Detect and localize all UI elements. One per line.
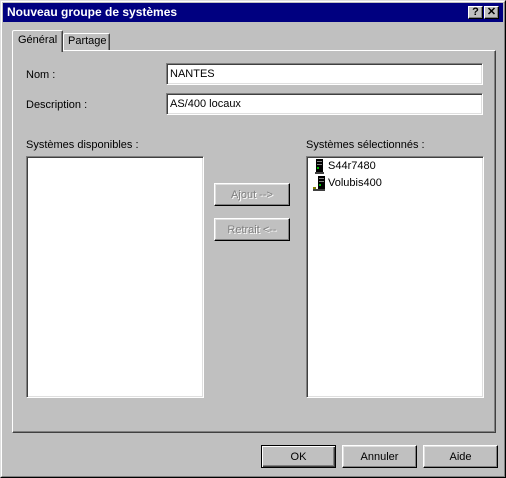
close-icon[interactable]: ✕ [484,6,499,19]
cancel-button[interactable]: Annuler [342,445,417,468]
selected-systems-label: Systèmes sélectionnés : [306,139,425,151]
help-icon[interactable]: ? [468,6,483,19]
ok-button[interactable]: OK [261,445,336,468]
title-bar[interactable]: Nouveau groupe de systèmes ? ✕ [3,3,503,22]
list-item[interactable]: S44r7480 [310,159,460,175]
help-button[interactable]: Aide [423,445,498,468]
as400-system-icon [313,176,325,191]
selected-systems-list[interactable]: S44r7480 Volubis400 [306,156,484,398]
description-field[interactable] [166,93,483,115]
available-systems-label: Systèmes disponibles : [26,139,139,151]
tab-partage[interactable]: Partage [63,33,110,51]
add-button[interactable]: Ajout --> [214,183,290,206]
remove-button[interactable]: Retrait <-- [214,218,290,241]
window-title: Nouveau groupe de systèmes [7,5,178,19]
dialog-window: Nouveau groupe de systèmes ? ✕ Général P… [0,0,506,478]
available-systems-list[interactable] [26,156,204,398]
description-label: Description : [26,99,88,111]
name-field[interactable] [166,63,483,85]
list-item-label: S44r7480 [328,160,376,172]
tab-general[interactable]: Général [12,30,63,52]
list-item[interactable]: Volubis400 [310,176,460,192]
as400-system-icon [315,159,324,174]
list-item-label: Volubis400 [328,177,382,189]
name-label: Nom : [26,69,56,81]
